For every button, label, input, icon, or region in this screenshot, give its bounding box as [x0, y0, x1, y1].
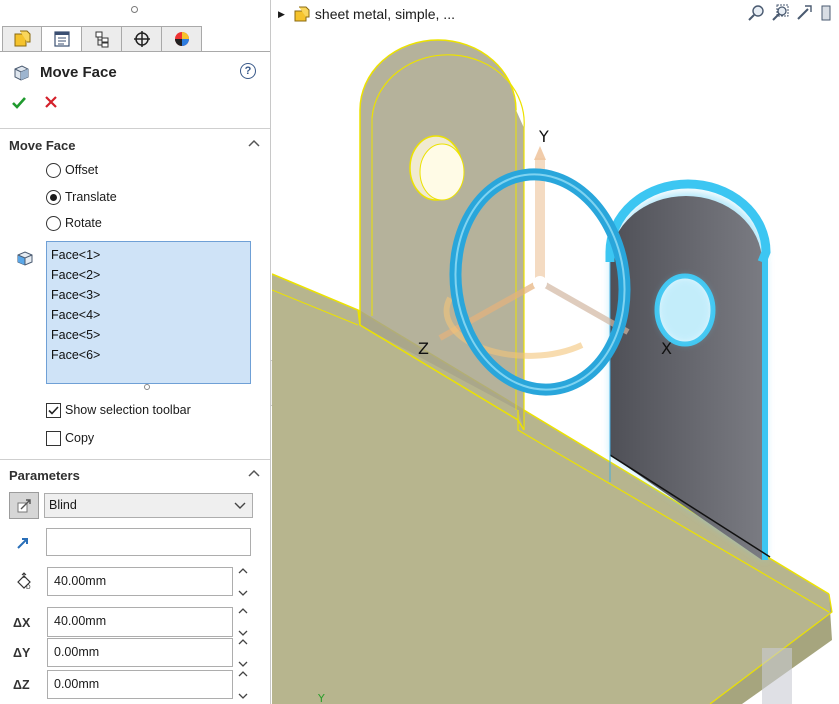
delta-y-field[interactable]: 0.00mm — [47, 638, 233, 667]
delta-z-spinner[interactable] — [234, 670, 252, 700]
copy-box[interactable] — [46, 430, 61, 446]
triad-z-label: Z — [418, 339, 429, 358]
radio-offset-circle[interactable] — [46, 162, 61, 178]
delta-y-label: ΔY — [13, 646, 31, 660]
show-selection-toolbar-label: Show selection toolbar — [65, 403, 191, 417]
faces-selection-list[interactable]: Face<1> Face<2> Face<3> Face<4> Face<5> … — [46, 241, 251, 384]
radio-rotate[interactable]: Rotate — [46, 214, 102, 232]
chevron-down-icon — [234, 502, 246, 509]
radio-translate-circle[interactable] — [46, 189, 61, 205]
tabs-separator — [0, 51, 270, 52]
checkmark-icon — [48, 405, 59, 415]
chevron-down-icon[interactable] — [238, 692, 248, 700]
end-condition-select[interactable]: Blind — [44, 493, 253, 518]
radio-rotate-label: Rotate — [65, 216, 102, 230]
delta-z-label: ΔZ — [13, 678, 30, 692]
panel-grip[interactable] — [131, 6, 138, 13]
radio-translate-label: Translate — [65, 190, 117, 204]
list-item[interactable]: Face<2> — [51, 265, 250, 285]
delta-z-field[interactable]: 0.00mm — [47, 670, 233, 699]
chevron-up-icon[interactable] — [238, 607, 248, 615]
model-canvas[interactable]: Y Z X Y — [272, 0, 839, 704]
distance-spinner[interactable] — [234, 567, 252, 597]
manager-tabs — [2, 26, 202, 52]
property-manager-panel: Move Face ? Move Face Offset Translate R… — [0, 0, 271, 704]
radio-offset-label: Offset — [65, 163, 99, 177]
show-selection-toolbar-checkbox[interactable]: Show selection toolbar — [46, 401, 191, 419]
direction-arrow-icon — [17, 538, 28, 549]
show-selection-toolbar-box[interactable] — [46, 402, 61, 418]
feature-title-row: Move Face ? — [12, 60, 262, 84]
svg-text:D: D — [26, 584, 31, 590]
reverse-direction-button[interactable] — [9, 492, 39, 519]
list-item[interactable]: Face<5> — [51, 325, 250, 345]
property-manager-tab[interactable] — [42, 26, 82, 52]
distance-icon: D — [17, 572, 31, 590]
end-condition-value: Blind — [49, 498, 77, 512]
reference-triad-y-label: Y — [317, 692, 325, 704]
configuration-manager-tab[interactable] — [82, 26, 122, 52]
radio-offset[interactable]: Offset — [46, 161, 98, 179]
section-divider — [0, 128, 270, 129]
chevron-up-icon[interactable] — [238, 638, 248, 646]
move-face-section-title[interactable]: Move Face — [9, 138, 75, 153]
list-resize-handle[interactable] — [144, 384, 150, 390]
delta-x-field[interactable]: 40.00mm — [47, 607, 233, 637]
triad-y-label: Y — [538, 127, 549, 146]
ok-checkmark-icon[interactable] — [11, 95, 27, 111]
feature-manager-tab[interactable] — [2, 26, 42, 52]
chevron-up-icon[interactable] — [238, 567, 248, 575]
copy-checkbox[interactable]: Copy — [46, 429, 94, 447]
copy-label: Copy — [65, 431, 95, 445]
display-manager-tab[interactable] — [162, 26, 202, 52]
list-item[interactable]: Face<4> — [51, 305, 250, 325]
graphics-area[interactable]: ▶ sheet metal, simple, ... Y Z X Y — [272, 0, 839, 704]
move-face-icon — [14, 64, 29, 81]
feature-tree-icon — [14, 30, 31, 47]
chevron-down-icon[interactable] — [238, 660, 248, 668]
cancel-x-icon[interactable] — [44, 95, 58, 109]
list-item[interactable]: Face<6> — [51, 345, 250, 365]
collapse-chevron-icon[interactable] — [248, 469, 260, 479]
radio-translate[interactable]: Translate — [46, 188, 117, 206]
collapse-chevron-icon[interactable] — [248, 139, 260, 149]
triad-x-label: X — [661, 339, 672, 358]
page-title: Move Face — [40, 63, 117, 81]
reverse-direction-icon — [17, 498, 31, 512]
chevron-down-icon[interactable] — [238, 629, 248, 637]
delta-x-label: ΔX — [13, 616, 31, 630]
delta-y-spinner[interactable] — [234, 638, 252, 668]
chevron-up-icon[interactable] — [238, 670, 248, 678]
distance-field[interactable]: 40.00mm — [47, 567, 233, 596]
direction-field[interactable] — [46, 528, 251, 556]
chevron-down-icon[interactable] — [238, 589, 248, 597]
section-divider — [0, 459, 270, 460]
list-item[interactable]: Face<1> — [51, 245, 250, 265]
crosshair-icon — [133, 31, 150, 47]
property-manager-icon — [53, 31, 70, 47]
faces-selection-icon — [17, 251, 33, 266]
appearance-icon — [174, 32, 189, 46]
configuration-icon — [95, 31, 108, 48]
dimxpert-tab[interactable] — [122, 26, 162, 52]
list-item[interactable]: Face<3> — [51, 285, 250, 305]
radio-rotate-circle[interactable] — [46, 215, 61, 231]
help-icon[interactable]: ? — [240, 63, 256, 79]
delta-x-spinner[interactable] — [234, 607, 252, 637]
parameters-section-title[interactable]: Parameters — [9, 468, 80, 483]
